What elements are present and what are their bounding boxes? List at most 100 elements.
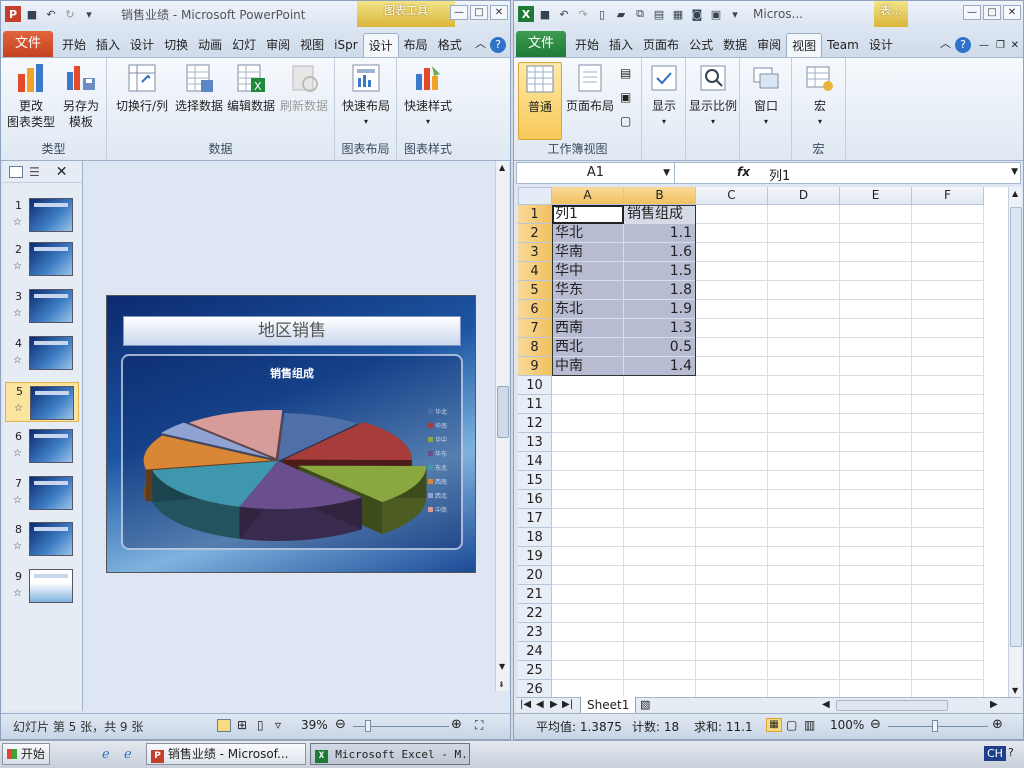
row-header[interactable]: 10 (518, 376, 552, 395)
taskbar-item-powerpoint[interactable]: P 销售业绩 - Microsof... (146, 743, 306, 765)
cell[interactable] (768, 414, 840, 433)
minimize-button[interactable]: — (450, 5, 468, 20)
cell[interactable] (768, 528, 840, 547)
sheet-nav-last-icon[interactable]: ▶| (562, 699, 573, 710)
cell[interactable] (840, 300, 912, 319)
column-header[interactable]: D (768, 187, 840, 205)
sorter-view-icon[interactable]: ⊞ (237, 718, 247, 732)
cell[interactable] (696, 205, 768, 224)
slides-view-icon[interactable] (9, 165, 23, 178)
cell[interactable] (768, 547, 840, 566)
cell[interactable] (768, 471, 840, 490)
tab-view[interactable]: 视图 (295, 33, 329, 57)
cell[interactable] (912, 490, 984, 509)
zoom-slider-thumb[interactable] (365, 720, 371, 732)
sheet-nav-prev-icon[interactable]: ◀ (536, 699, 544, 710)
cell[interactable] (912, 566, 984, 585)
slide-thumbnail[interactable]: 9 ☆ (5, 568, 79, 608)
cell[interactable] (912, 547, 984, 566)
sheet-nav-next-icon[interactable]: ▶ (550, 699, 558, 710)
hscroll-right-icon[interactable]: ▶ (990, 699, 998, 710)
row-header[interactable]: 25 (518, 661, 552, 680)
cell[interactable] (768, 300, 840, 319)
tab-table-design[interactable]: 设计 (864, 33, 898, 57)
ribbon-collapse-icon[interactable]: ︿ (940, 35, 951, 51)
cell[interactable] (696, 395, 768, 414)
zoom-slider-thumb[interactable] (932, 720, 938, 732)
zoom-in-icon[interactable]: ⊕ (451, 717, 462, 732)
cell[interactable] (696, 490, 768, 509)
row-header[interactable]: 8 (518, 338, 552, 357)
name-box[interactable]: A1 ▼ (517, 163, 675, 183)
cell[interactable] (912, 604, 984, 623)
print-icon[interactable]: ▤ (651, 6, 667, 22)
change-chart-type-button[interactable]: 更改 图表类型 (7, 62, 55, 130)
normal-view-icon[interactable]: ▦ (766, 718, 782, 732)
row-header[interactable]: 6 (518, 300, 552, 319)
switch-row-column-button[interactable]: 切换行/列 (113, 62, 171, 114)
select-data-button[interactable]: 选择数据 (173, 62, 225, 114)
cell[interactable] (624, 623, 696, 642)
cell[interactable] (768, 395, 840, 414)
cell[interactable] (696, 528, 768, 547)
hscroll-left-icon[interactable]: ◀ (822, 699, 830, 710)
zoom-slider[interactable] (888, 726, 988, 727)
tab-page-layout[interactable]: 页面布 (638, 33, 684, 57)
insert-sheet-icon[interactable]: ▧ (640, 698, 650, 711)
full-screen-icon[interactable]: ▢ (620, 114, 631, 128)
cell[interactable] (696, 604, 768, 623)
cell[interactable] (840, 281, 912, 300)
cell[interactable] (912, 357, 984, 376)
column-header[interactable]: F (912, 187, 984, 205)
cell[interactable] (840, 357, 912, 376)
cell[interactable] (768, 680, 840, 697)
copy-icon[interactable]: ⧉ (632, 6, 648, 22)
slide-title-box[interactable]: 地区销售 (123, 316, 461, 346)
cell[interactable]: 1.1 (624, 224, 696, 243)
start-button[interactable]: 开始 (2, 743, 50, 765)
cell[interactable] (840, 262, 912, 281)
name-box-dropdown-icon[interactable]: ▼ (663, 163, 670, 183)
cell[interactable] (768, 509, 840, 528)
language-indicator[interactable]: CH (984, 746, 1006, 761)
cell[interactable]: 华东 (552, 281, 624, 300)
excel-file-tab[interactable]: 文件 (516, 31, 567, 57)
cell[interactable] (840, 642, 912, 661)
cell[interactable] (768, 319, 840, 338)
cell[interactable] (768, 585, 840, 604)
row-header[interactable]: 4 (518, 262, 552, 281)
cell[interactable] (696, 376, 768, 395)
slide-thumbnail[interactable]: 8 ☆ (5, 521, 79, 561)
fit-window-icon[interactable]: ⛶ (475, 718, 483, 733)
save-icon[interactable]: ■ (537, 6, 553, 22)
tab-review[interactable]: 审阅 (261, 33, 295, 57)
cell[interactable] (912, 433, 984, 452)
slideshow-view-icon[interactable]: ▿ (275, 718, 281, 732)
macros-button[interactable]: 宏 ▾ (800, 62, 840, 130)
cell[interactable] (912, 642, 984, 661)
row-header[interactable]: 26 (518, 680, 552, 697)
cell[interactable] (768, 281, 840, 300)
cell[interactable]: 1.6 (624, 243, 696, 262)
cell[interactable] (552, 376, 624, 395)
save-icon[interactable]: ■ (24, 6, 40, 22)
cell[interactable] (912, 509, 984, 528)
tab-transitions[interactable]: 切换 (159, 33, 193, 57)
cell[interactable] (912, 680, 984, 697)
quick-layout-button[interactable]: 快速布局 ▾ (339, 62, 393, 130)
cell[interactable] (552, 433, 624, 452)
cell[interactable]: 0.5 (624, 338, 696, 357)
quicklaunch-ie-icon[interactable]: ℯ (102, 747, 110, 762)
save-as-template-button[interactable]: 另存为 模板 (57, 62, 105, 130)
tab-design[interactable]: 设计 (125, 33, 159, 57)
hscroll-thumb[interactable] (836, 700, 948, 711)
cell[interactable] (840, 319, 912, 338)
ppt-zoom-level[interactable]: 39% (301, 718, 328, 732)
tab-team[interactable]: Team (822, 33, 864, 57)
cell[interactable] (768, 376, 840, 395)
cell[interactable] (912, 661, 984, 680)
cell[interactable] (624, 395, 696, 414)
cell[interactable] (840, 376, 912, 395)
cell[interactable] (696, 566, 768, 585)
cell[interactable] (696, 357, 768, 376)
